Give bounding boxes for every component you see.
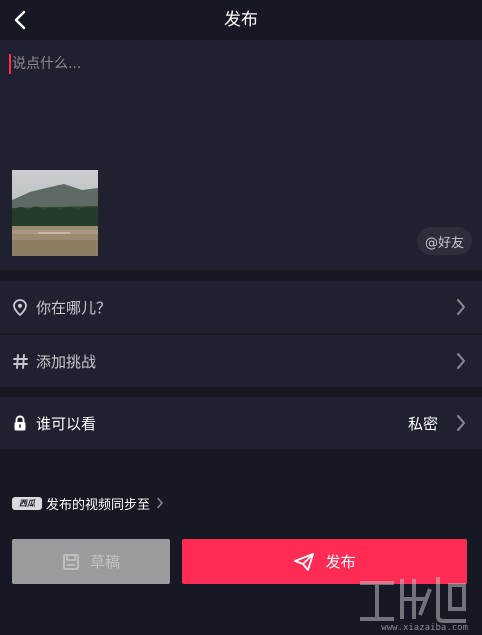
- draft-label: 草稿: [89, 553, 120, 571]
- mention-friends-button[interactable]: @好友: [416, 227, 472, 255]
- location-row[interactable]: 你在哪儿？: [0, 281, 482, 333]
- caption-input[interactable]: 说点什么...: [12, 52, 452, 76]
- video-thumbnail[interactable]: [12, 170, 98, 256]
- watermark-logo: [360, 577, 466, 623]
- hashtag-icon: [12, 352, 28, 370]
- chevron-right-icon: [457, 299, 465, 315]
- text-cursor: [9, 54, 11, 74]
- save-draft-button[interactable]: 草稿: [12, 539, 170, 584]
- challenge-label: 添加挑战: [36, 352, 97, 371]
- sync-label: 发布的视频同步至: [46, 497, 151, 513]
- challenge-row[interactable]: 添加挑战: [0, 335, 482, 387]
- location-pin-icon: [12, 298, 28, 316]
- sync-to-xigua[interactable]: 西瓜 发布的视频同步至: [12, 493, 164, 513]
- location-label: 你在哪儿？: [36, 298, 112, 317]
- chevron-right-icon: [457, 415, 465, 431]
- privacy-label: 谁可以看: [36, 414, 97, 433]
- lock-icon: [12, 414, 28, 432]
- xigua-logo: 西瓜: [12, 496, 42, 510]
- caption-panel: 说点什么... @好友: [0, 40, 482, 270]
- privacy-row[interactable]: 谁可以看 私密: [0, 397, 482, 449]
- page-title: 发布: [224, 10, 258, 30]
- top-bar: 发布: [0, 0, 482, 40]
- save-draft-icon: [63, 553, 79, 570]
- privacy-value: 私密: [407, 414, 438, 433]
- chevron-right-icon: [157, 497, 164, 509]
- paper-plane-icon: [294, 552, 315, 571]
- publish-label: 发布: [325, 553, 356, 571]
- chevron-right-icon: [457, 353, 465, 369]
- watermark-url: www.xiazaiba.com: [381, 623, 468, 633]
